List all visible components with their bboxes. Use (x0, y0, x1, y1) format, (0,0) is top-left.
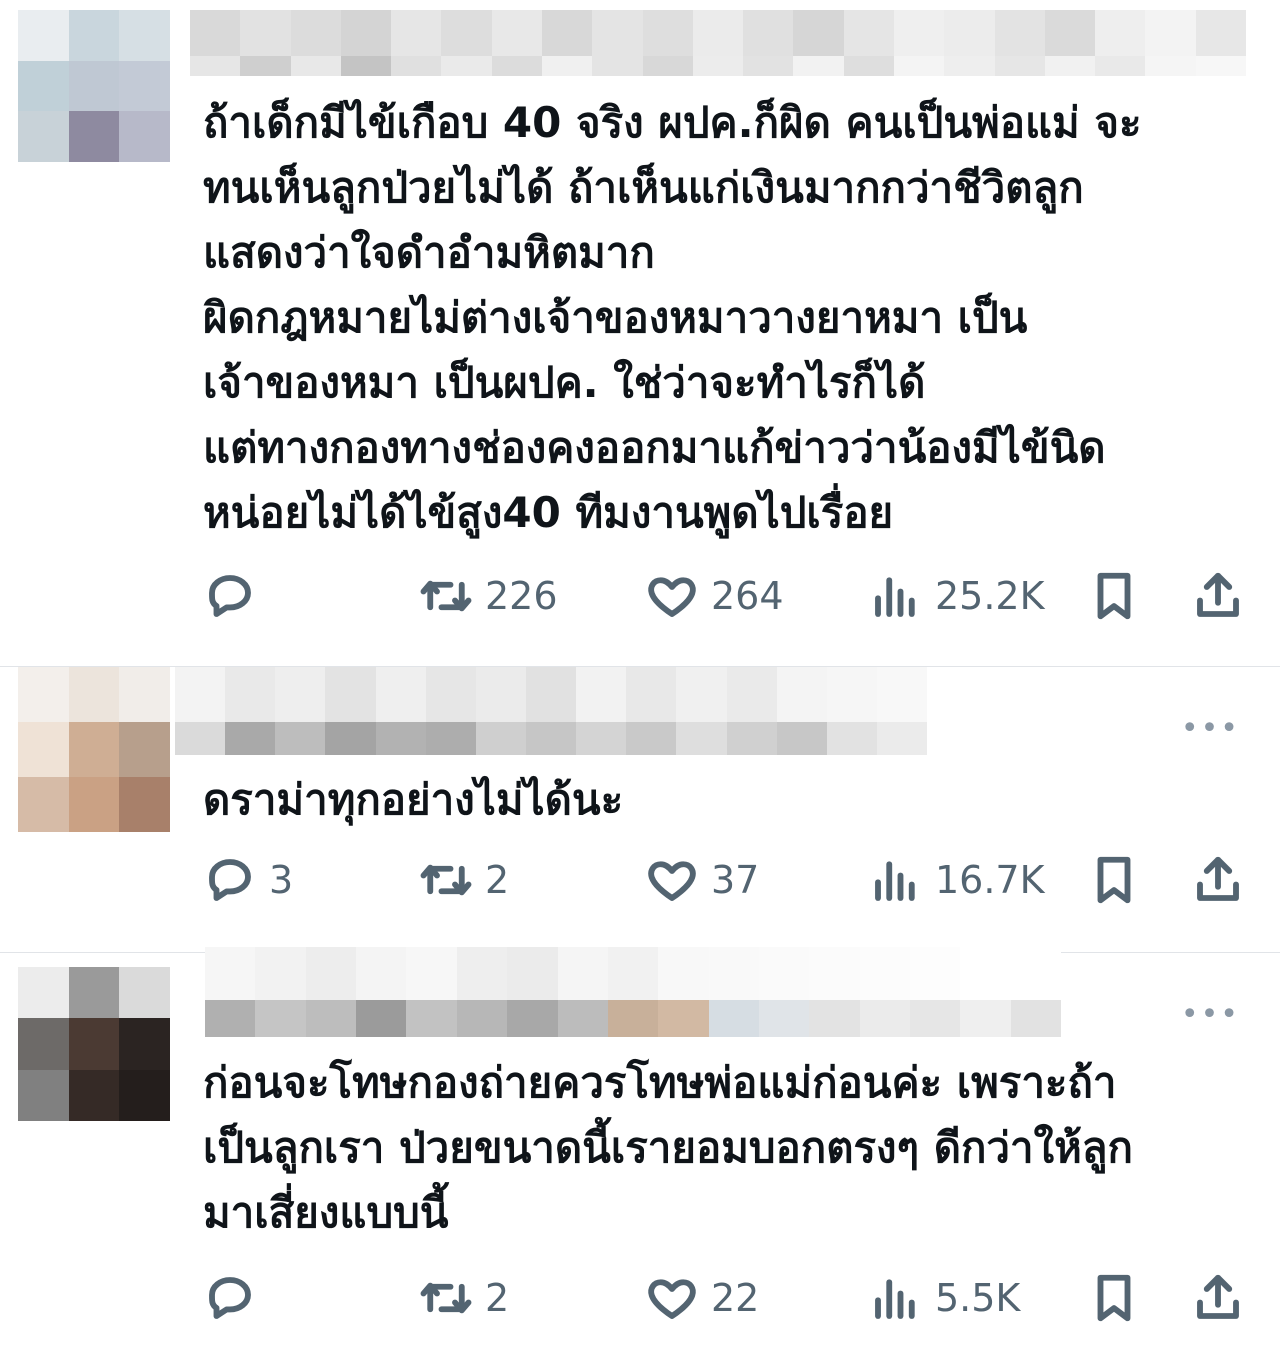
repost-count: 226 (485, 574, 558, 618)
heart-icon (648, 577, 696, 617)
share-button[interactable] (1191, 852, 1245, 908)
reply-icon (209, 575, 251, 617)
views-button[interactable]: 5.5K (869, 1270, 1020, 1326)
repost-count: 2 (485, 1276, 510, 1320)
action-bar: 226 264 25.2K (203, 568, 1243, 624)
like-button[interactable]: 37 (645, 852, 759, 908)
reply-icon (209, 1277, 251, 1319)
like-count: 22 (711, 1276, 760, 1320)
views-button[interactable]: 25.2K (869, 568, 1045, 624)
repost-icon (420, 1282, 472, 1314)
avatar[interactable] (18, 667, 170, 832)
post-text: ดราม่าทุกอย่างไม่ได้นะ (203, 775, 624, 824)
reply-icon (209, 859, 251, 901)
bookmark-button[interactable] (1087, 568, 1141, 624)
reply-count: 3 (269, 858, 294, 902)
action-bar: 2 22 5.5K (203, 1270, 1243, 1326)
bookmark-icon (1097, 1274, 1131, 1322)
author-name-blurred[interactable] (175, 667, 928, 755)
repost-button[interactable]: 2 (419, 1270, 509, 1326)
post-text: ก่อนจะโทษกองถ่ายควรโทษพ่อแม่ก่อนค่ะ เพรา… (203, 1058, 1133, 1237)
author-name-blurred[interactable] (205, 947, 1062, 1037)
heart-icon (648, 861, 696, 901)
views-button[interactable]: 16.7K (869, 852, 1045, 908)
more-icon[interactable]: ••• (1181, 1000, 1240, 1030)
bookmark-button[interactable] (1087, 852, 1141, 908)
reply-button[interactable] (203, 1270, 269, 1326)
like-button[interactable]: 264 (645, 568, 784, 624)
share-icon (1197, 1274, 1239, 1319)
repost-icon (420, 580, 472, 612)
like-count: 264 (711, 574, 784, 618)
avatar[interactable] (18, 10, 170, 162)
avatar[interactable] (18, 967, 170, 1121)
post-3[interactable]: ••• ก่อนจะโทษกองถ่ายควรโทษพ่อแม่ก่อนค่ะ … (0, 947, 1280, 1364)
views-icon (875, 577, 915, 617)
share-icon (1197, 572, 1239, 617)
repost-button[interactable]: 226 (419, 568, 558, 624)
views-count: 16.7K (935, 858, 1045, 902)
views-count: 25.2K (935, 574, 1045, 618)
share-icon (1197, 856, 1239, 901)
share-button[interactable] (1191, 568, 1245, 624)
heart-icon (648, 1279, 696, 1319)
views-icon (875, 861, 915, 901)
more-icon[interactable]: ••• (1181, 714, 1240, 744)
views-count: 5.5K (935, 1276, 1021, 1320)
bookmark-icon (1097, 856, 1131, 904)
post-1[interactable]: ถ้าเด็กมีไข้เกือบ 40 จริง ผปค.ก็ผิด คนเป… (0, 0, 1280, 667)
bookmark-icon (1097, 572, 1131, 620)
share-button[interactable] (1191, 1270, 1245, 1326)
repost-count: 2 (485, 858, 510, 902)
like-button[interactable]: 22 (645, 1270, 759, 1326)
author-name-blurred[interactable] (190, 10, 1246, 76)
reply-button[interactable] (203, 568, 269, 624)
like-count: 37 (711, 858, 760, 902)
views-icon (875, 1279, 915, 1319)
post-text: ถ้าเด็กมีไข้เกือบ 40 จริง ผปค.ก็ผิด คนเป… (203, 98, 1142, 537)
repost-icon (420, 864, 472, 896)
bookmark-button[interactable] (1087, 1270, 1141, 1326)
post-2[interactable]: ••• ดราม่าทุกอย่างไม่ได้นะ 3 2 37 16.7K (0, 667, 1280, 953)
action-bar: 3 2 37 16.7K (203, 852, 1243, 908)
repost-button[interactable]: 2 (419, 852, 509, 908)
reply-button[interactable]: 3 (203, 852, 293, 908)
